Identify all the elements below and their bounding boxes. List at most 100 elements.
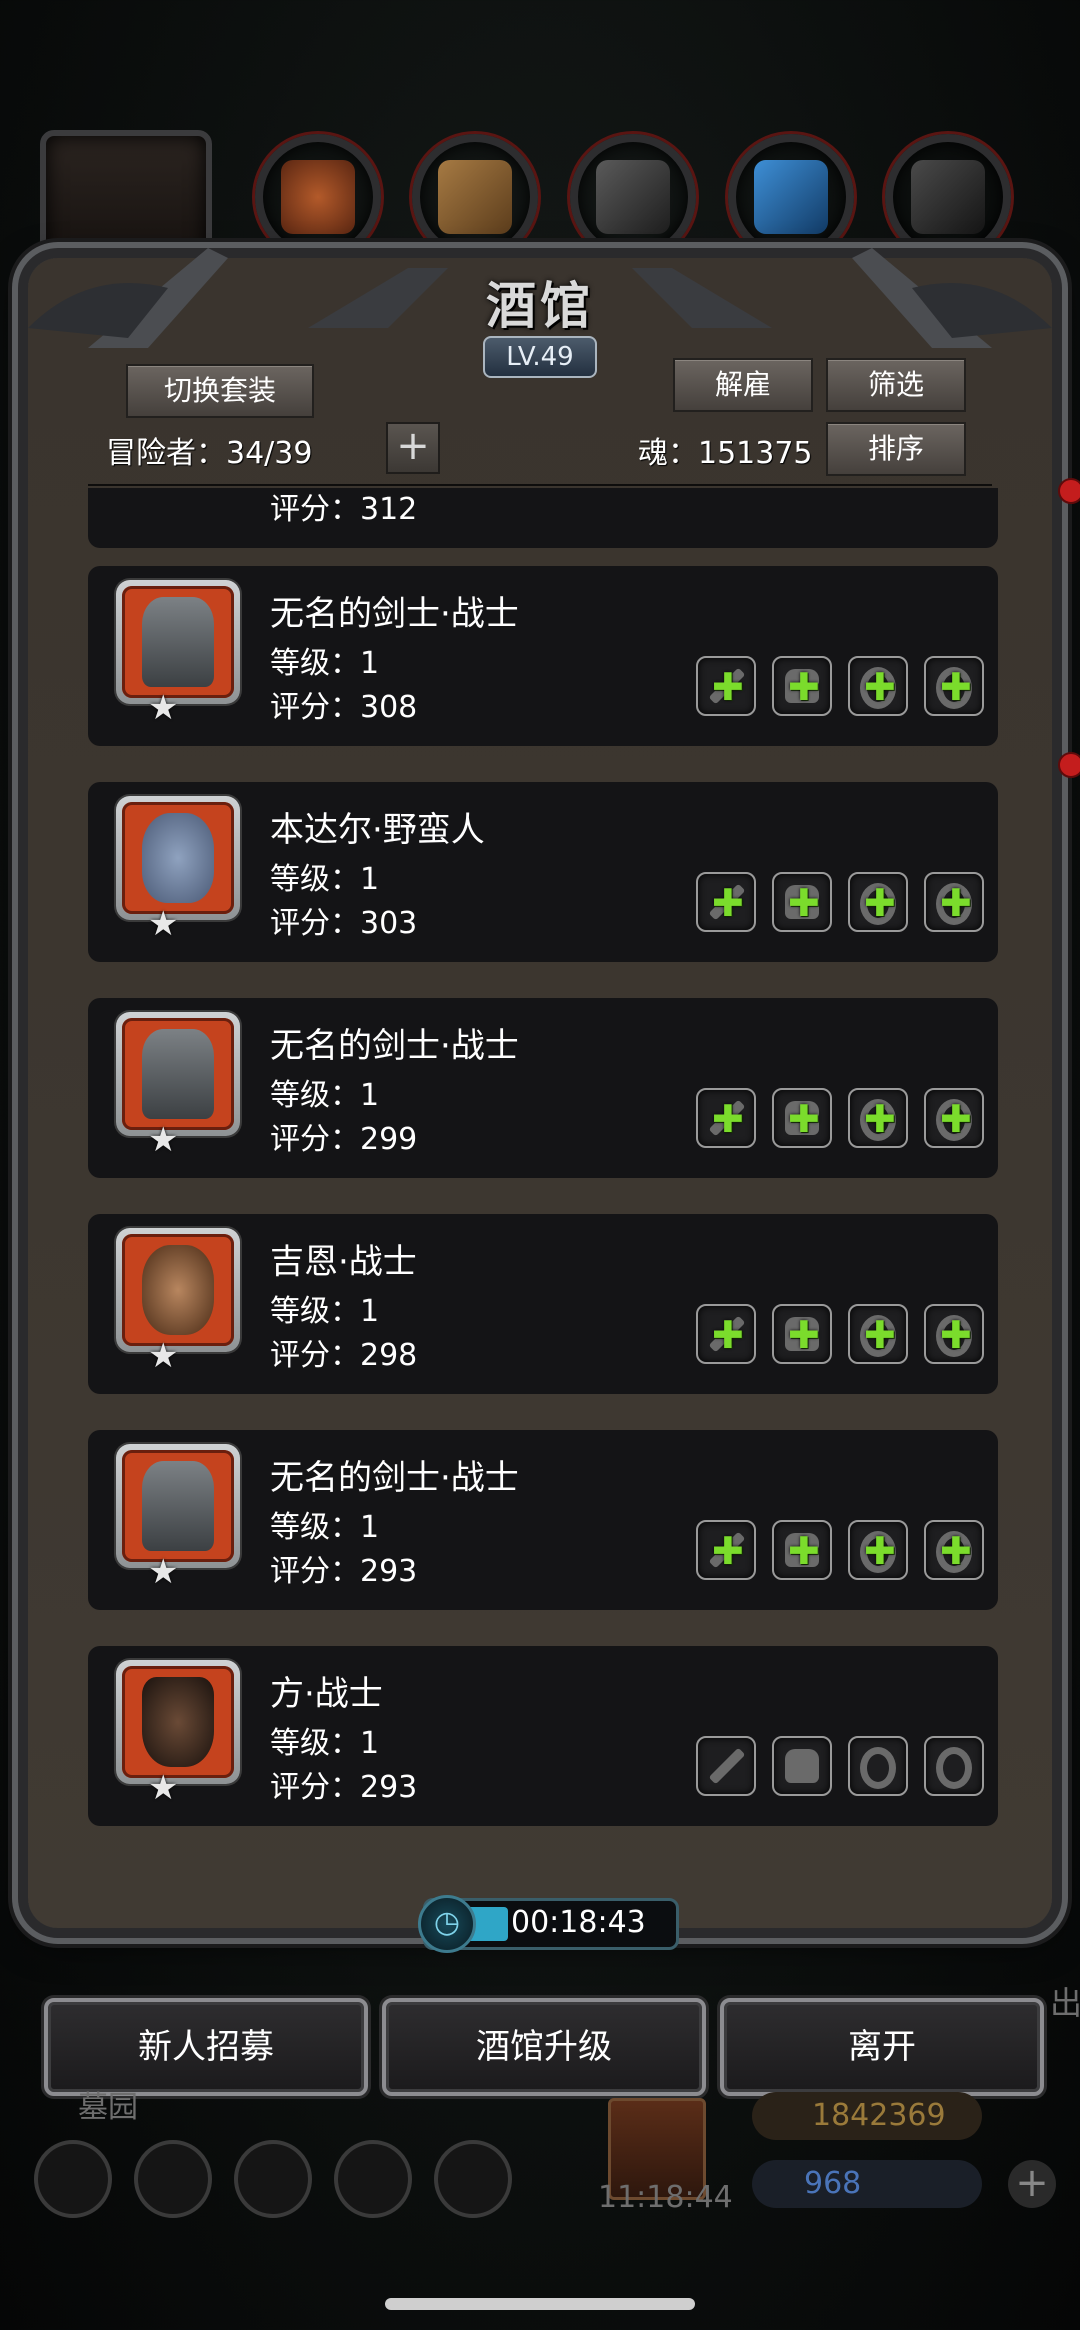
add-equipment-icon: ✚ — [788, 1097, 820, 1141]
add-equipment-icon: ✚ — [712, 881, 744, 925]
header-divider — [88, 484, 992, 486]
add-slot-button[interactable]: + — [386, 422, 440, 474]
add-equipment-icon: ✚ — [712, 665, 744, 709]
ring-icon — [860, 1747, 896, 1789]
armor-icon — [785, 1749, 819, 1783]
ring-slot[interactable]: ✚ — [848, 656, 908, 716]
ring-slot[interactable]: ✚ — [924, 656, 984, 716]
location-label: 墓园 — [78, 2090, 138, 2125]
armor-slot[interactable]: ✚ — [772, 872, 832, 932]
soul-amount: 魂：151375 — [638, 436, 813, 471]
star-icon: ★ — [148, 1552, 179, 1592]
hero-portrait[interactable] — [116, 1012, 240, 1136]
hero-score: 评分：293 — [270, 1770, 418, 1805]
add-equipment-icon: ✚ — [712, 1097, 744, 1141]
weapon-icon — [708, 1747, 746, 1785]
hero-score: 评分：298 — [270, 1338, 418, 1373]
settings-icon — [34, 2140, 112, 2218]
add-equipment-icon: ✚ — [864, 881, 896, 925]
armor-slot[interactable]: ✚ — [772, 1520, 832, 1580]
steel-resource-icon — [885, 134, 1011, 260]
list-item[interactable]: 评分：312 — [88, 488, 998, 548]
equipment-slots: ✚ ✚ ✚ ✚ — [680, 1088, 984, 1150]
weapon-slot[interactable] — [696, 1736, 756, 1796]
gold-counter: 1842369 — [752, 2092, 982, 2140]
hat-swordsman-icon — [142, 1677, 214, 1767]
add-equipment-icon: ✚ — [940, 1097, 972, 1141]
window-title: 酒馆 — [486, 276, 594, 335]
hero-score: 评分：299 — [270, 1122, 418, 1157]
clock-icon: ◷ — [418, 1895, 476, 1953]
ring-slot[interactable]: ✚ — [848, 1088, 908, 1148]
hero-score: 评分：312 — [270, 492, 418, 527]
ring-slot[interactable]: ✚ — [848, 1304, 908, 1364]
hero-portrait[interactable] — [116, 580, 240, 704]
tavern-upgrade-button[interactable]: 酒馆升级 — [382, 1998, 706, 2096]
sort-button[interactable]: 排序 — [826, 422, 966, 476]
hero-level: 等级：1 — [270, 1510, 380, 1545]
hero-list[interactable]: 评分：312 ★ 无名的剑士·战士 等级：1 评分：308 ✚ ✚ ✚ ✚ ★ … — [88, 488, 1002, 1878]
list-item[interactable]: ★ 无名的剑士·战士 等级：1 评分：308 ✚ ✚ ✚ ✚ — [88, 566, 998, 746]
weapon-slot[interactable]: ✚ — [696, 1520, 756, 1580]
home-indicator[interactable] — [385, 2298, 695, 2310]
ring-slot[interactable]: ✚ — [924, 1304, 984, 1364]
hero-name: 无名的剑士·战士 — [270, 1026, 519, 1066]
weapon-slot[interactable]: ✚ — [696, 872, 756, 932]
armor-slot[interactable]: ✚ — [772, 1304, 832, 1364]
hero-name: 本达尔·野蛮人 — [270, 810, 485, 850]
hero-portrait[interactable] — [116, 1444, 240, 1568]
adventurers-count: 冒险者：34/39 — [106, 436, 313, 471]
add-equipment-icon: ✚ — [864, 665, 896, 709]
background-resource-bar — [40, 130, 1040, 292]
star-icon: ★ — [148, 688, 179, 728]
ring-slot[interactable] — [924, 1736, 984, 1796]
achievement-icon — [134, 2140, 212, 2218]
ring-slot[interactable]: ✚ — [924, 1520, 984, 1580]
equipment-slots: ✚ ✚ ✚ ✚ — [680, 656, 984, 718]
dismiss-button[interactable]: 解雇 — [673, 358, 813, 412]
armor-slot[interactable] — [772, 1736, 832, 1796]
iron-resource-icon — [570, 134, 696, 260]
list-item[interactable]: ★ 吉恩·战士 等级：1 评分：298 ✚ ✚ ✚ ✚ — [88, 1214, 998, 1394]
list-item[interactable]: ★ 本达尔·野蛮人 等级：1 评分：303 ✚ ✚ ✚ ✚ — [88, 782, 998, 962]
switch-outfit-button[interactable]: 切换套装 — [126, 364, 314, 418]
add-equipment-icon: ✚ — [788, 881, 820, 925]
ring-slot[interactable] — [848, 1736, 908, 1796]
game-clock: 11:18:44 — [598, 2180, 733, 2215]
hero-portrait[interactable] — [116, 1660, 240, 1784]
hero-score: 评分：293 — [270, 1554, 418, 1589]
leave-button[interactable]: 离开 — [720, 1998, 1044, 2096]
hero-portrait[interactable] — [116, 1228, 240, 1352]
add-equipment-icon: ✚ — [940, 665, 972, 709]
hero-level: 等级：1 — [270, 1078, 380, 1113]
ring-slot[interactable]: ✚ — [848, 1520, 908, 1580]
list-item[interactable]: ★ 无名的剑士·战士 等级：1 评分：293 ✚ ✚ ✚ ✚ — [88, 1430, 998, 1610]
add-equipment-icon: ✚ — [788, 1313, 820, 1357]
ring-slot[interactable]: ✚ — [924, 1088, 984, 1148]
equipment-slots: ✚ ✚ ✚ ✚ — [680, 1304, 984, 1366]
list-item[interactable]: ★ 无名的剑士·战士 等级：1 评分：299 ✚ ✚ ✚ ✚ — [88, 998, 998, 1178]
horned-barbarian-icon — [142, 813, 214, 903]
add-equipment-icon: ✚ — [788, 665, 820, 709]
tavern-window: 酒馆 LV.49 切换套装 解雇 筛选 冒险者：34/39 + 魂：151375… — [28, 248, 1052, 1953]
add-equipment-icon: ✚ — [864, 1529, 896, 1573]
weapon-slot[interactable]: ✚ — [696, 1088, 756, 1148]
hero-level: 等级：1 — [270, 1726, 380, 1761]
ring-slot[interactable]: ✚ — [848, 872, 908, 932]
gem-amount: 968 — [804, 2166, 862, 2201]
weapon-slot[interactable]: ✚ — [696, 1304, 756, 1364]
hero-score: 评分：303 — [270, 906, 418, 941]
add-equipment-icon: ✚ — [712, 1529, 744, 1573]
list-item[interactable]: ★ 方·战士 等级：1 评分：293 — [88, 1646, 998, 1826]
equipment-slots: ✚ ✚ ✚ ✚ — [680, 1520, 984, 1582]
armor-slot[interactable]: ✚ — [772, 656, 832, 716]
weapon-slot[interactable]: ✚ — [696, 656, 756, 716]
armor-slot[interactable]: ✚ — [772, 1088, 832, 1148]
gold-amount: 1842369 — [812, 2098, 946, 2133]
leather-resource-icon — [255, 134, 381, 260]
hero-portrait[interactable] — [116, 796, 240, 920]
ring-slot[interactable]: ✚ — [924, 872, 984, 932]
star-icon: ★ — [148, 1336, 179, 1376]
tavern-level-badge: LV.49 — [483, 336, 597, 378]
filter-button[interactable]: 筛选 — [826, 358, 966, 412]
